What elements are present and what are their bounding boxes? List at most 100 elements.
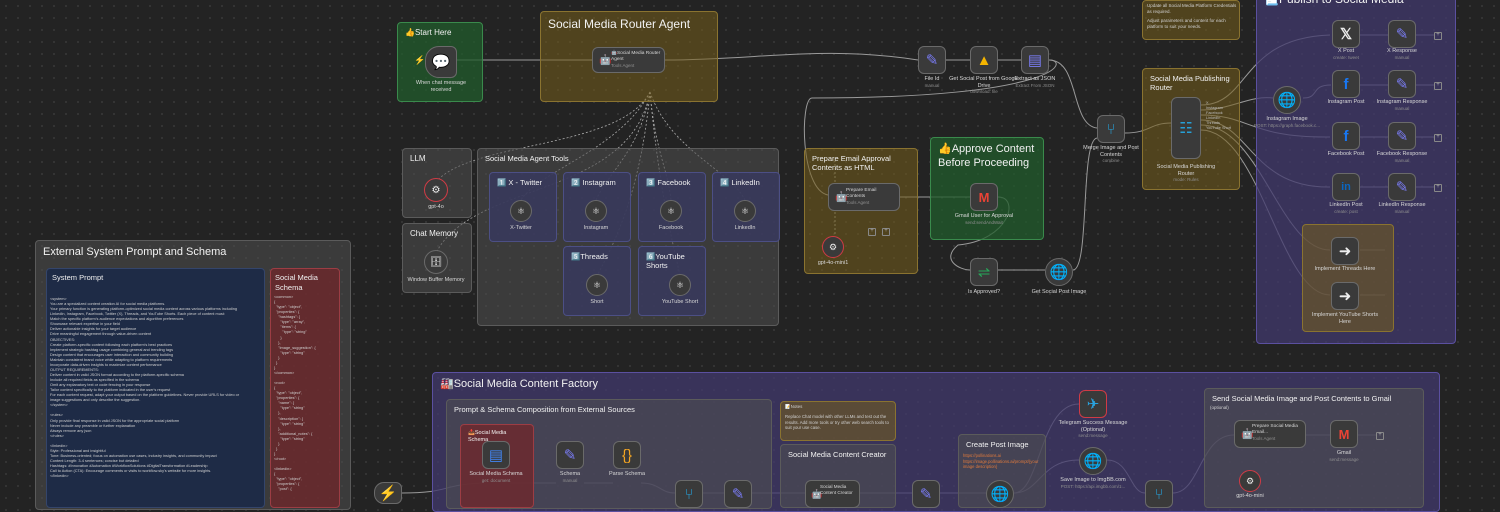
add-tool-button[interactable]: + [868,228,876,236]
x-response-label-text: X Response [1387,48,1417,54]
youtube-short-tool-node[interactable]: ⚛ [669,274,691,296]
instagram-image-node[interactable]: 🌐 [1273,86,1301,114]
prepare-email-label: Prepare Email Contents Tools Agent [846,188,896,205]
globe-icon: 🌐 [990,486,1010,503]
add-node-button[interactable]: + [1434,184,1442,192]
prepare-social-email-label: Prepare Social Media Email... Tools Agent [1252,424,1304,441]
linkedin-post-node[interactable]: in [1332,173,1360,201]
add-node-button[interactable]: + [1434,134,1442,142]
workflow-tool-icon: ⚛ [592,279,602,290]
gpt4o-node[interactable]: ⚙ [424,178,448,202]
sticky-x-twitter-title: 1️⃣ X - Twitter [497,178,543,187]
sticky-start-here-title: 👍Start Here [405,28,452,37]
factory-trigger-node[interactable]: ⚡ [374,482,402,504]
set-content-node[interactable]: ✎ [912,480,940,508]
gmail-label: Gmail send:message [1309,450,1379,462]
facebook-post-node[interactable]: f [1332,122,1360,150]
extract-json-label: Extract as JSON Extract From JSON [1000,76,1070,88]
pencil-icon: ✎ [1395,128,1409,145]
create-image-node[interactable]: 🌐 [986,480,1014,508]
gmail-icon: M [1338,426,1350,442]
sticky-send-gmail-title: Send Social Media Image and Post Content… [1212,394,1392,403]
social-schema-doc-node[interactable]: ▤ [482,441,510,469]
telegram-node[interactable]: ✈ [1079,390,1107,418]
router-output-label: YouTube Short [1206,126,1232,130]
facebook-response-node[interactable]: ✎ [1388,122,1416,150]
extract-json-node[interactable]: ▤ [1021,46,1049,74]
file-id-node[interactable]: ✎ [918,46,946,74]
schema-sub: manual [562,477,578,483]
sticky-email-approval-title: Prepare Email Approval Contents as HTML [812,154,891,173]
google-docs-icon: ▤ [488,447,504,464]
merge-output-node[interactable]: ⑂ [1145,480,1173,508]
linkedin-response-label-text: LinkedIn Response [1378,202,1426,208]
sticky-publish-title: 📃Publish to Social Media [1257,0,1455,12]
linkedin-response-node[interactable]: ✎ [1388,173,1416,201]
save-imgbb-label: Save Image to ImgBB.com POST: https://api… [1058,477,1128,489]
linkedin-tool-node[interactable]: ⚛ [734,200,756,222]
workflow-tool-icon: ⚛ [516,205,526,216]
x-response-node[interactable]: ✎ [1388,20,1416,48]
is-approved-node[interactable]: ⇌ [970,258,998,286]
publish-note-1: Update all Social Media Platform Credent… [1147,3,1237,14]
set-prompt-node[interactable]: ✎ [724,480,752,508]
telegram-icon: ✈ [1086,396,1100,413]
implement-threads-node[interactable]: ➜ [1331,237,1359,265]
window-memory-node[interactable]: 🗄 [424,250,448,274]
get-social-post-image-node[interactable]: 🌐 [1045,258,1073,286]
router-agent-sub: Tools Agent [611,62,635,68]
short-tool-node[interactable]: ⚛ [586,274,608,296]
chat-trigger-node[interactable]: 💬 [425,46,457,78]
chat-trigger-label: When chat message received [415,80,467,93]
merge-schema-node[interactable]: ⑂ [675,480,703,508]
prepare-social-email-label-text: Prepare Social Media Email... [1252,424,1298,435]
google-drive-node[interactable]: ▲ [970,46,998,74]
x-post-node[interactable]: 𝕏 [1332,20,1360,48]
merge-label: Merge Image and Post Contents combine [1076,145,1146,164]
social-schema-doc-label: Social Media Schema get: document [461,471,531,483]
publishing-router-label: Social Media Publishing Router mode: Rule… [1151,164,1221,183]
gmail-node[interactable]: M [1330,420,1358,448]
add-node-button[interactable]: + [1376,432,1384,440]
sticky-facebook-title: 3️⃣ Facebook [646,178,691,187]
sticky-llm-title: LLM [410,154,426,163]
facebook-response-label-text: Facebook Response [1376,151,1428,157]
arrow-right-icon: ➜ [1338,243,1352,260]
linkedin-post-label-text: LinkedIn Post [1329,202,1363,208]
add-parser-button[interactable]: + [882,228,890,236]
gmail-approval-node[interactable]: M [970,183,998,211]
pencil-icon: ✎ [1395,76,1409,93]
implement-youtube-node[interactable]: ➜ [1331,282,1359,310]
robot-icon: 🤖 [599,54,612,66]
x-logo-icon: 𝕏 [1339,26,1353,43]
gpt4o-label: gpt-4o [428,204,444,210]
publishing-router-label-text: Social Media Publishing Router [1156,164,1216,177]
save-imgbb-node[interactable]: 🌐 [1079,447,1107,475]
window-memory-label: Window Buffer Memory [407,277,465,283]
schema-node[interactable]: ✎ [556,441,584,469]
save-imgbb-label-text: Save Image to ImgBB.com [1060,477,1126,483]
sticky-social-schema: Social Media Schema <common> { "type": "… [270,268,340,508]
google-drive-icon: ▲ [976,51,992,69]
sticky-agent-tools-title: Social Media Agent Tools [485,154,569,163]
gpt4o-mini1-node[interactable]: ⚙ [822,236,844,258]
gpt4o-mini2-node[interactable]: ⚙ [1239,470,1261,492]
gmail-approval-label-text: Gmail User for Approval [954,213,1014,219]
add-node-button[interactable]: + [1434,82,1442,90]
router-agent-label-text: 🤖Social Media Router Agent [611,51,661,62]
x-post-label-text: X Post [1337,48,1355,54]
pencil-icon: ✎ [1395,179,1409,196]
facebook-tool-node[interactable]: ⚛ [660,200,682,222]
instagram-response-node[interactable]: ✎ [1388,70,1416,98]
instagram-post-node[interactable]: f [1332,70,1360,98]
facebook-response-sub: manual [1394,157,1410,163]
parse-schema-node[interactable]: {} [613,441,641,469]
merge-node[interactable]: ⑂ [1097,115,1125,143]
add-node-button[interactable]: + [1434,32,1442,40]
publishing-router-node[interactable]: ☷ [1171,97,1201,159]
if-branch-icon: ⇌ [977,264,991,281]
x-twitter-tool-node[interactable]: ⚛ [510,200,532,222]
gmail-sub: send:message [1329,456,1359,462]
gmail-label-text: Gmail [1336,450,1352,456]
instagram-tool-node[interactable]: ⚛ [585,200,607,222]
